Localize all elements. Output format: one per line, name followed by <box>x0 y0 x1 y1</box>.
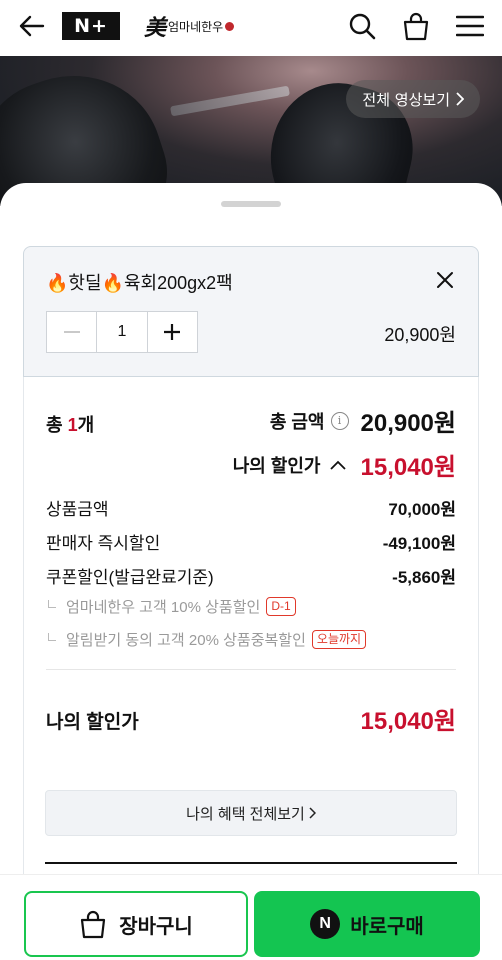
line-seller-discount: 판매자 즉시할인 -49,100원 <box>46 529 456 554</box>
naver-pay-icon: N <box>310 909 341 939</box>
summary-divider <box>46 669 456 670</box>
final-price-label: 나의 할인가 <box>46 712 139 733</box>
line-label: 상품금액 <box>46 500 109 519</box>
total-label: 총 금액 <box>269 411 325 432</box>
my-price-toggle[interactable]: 나의 할인가 15,040원 <box>233 447 456 482</box>
line-coupon-discount: 쿠폰할인(발급완료기준) -5,860원 <box>46 563 456 588</box>
coupon-label: 알림받기 동의 고객 20% 상품중복할인 <box>66 632 306 649</box>
knife-image <box>170 85 290 117</box>
plus-button[interactable] <box>148 312 197 352</box>
total-count-suffix: 개 <box>77 415 95 435</box>
my-price-amount: 15,040원 <box>360 454 457 481</box>
indent-corner-icon <box>48 632 56 641</box>
section-rule <box>45 862 457 864</box>
quantity-stepper: 1 <box>46 311 198 353</box>
store-name: 엄마네한우 <box>168 19 224 34</box>
store-logo[interactable]: 美 엄마네한우 <box>144 11 235 41</box>
line-value: -49,100원 <box>382 534 456 553</box>
chevron-up-icon <box>329 456 347 474</box>
sheet-drag-handle[interactable] <box>221 201 281 207</box>
info-icon[interactable]: i <box>330 411 349 430</box>
total-amount: 20,900원 <box>360 410 457 437</box>
my-price-label: 나의 할인가 <box>232 455 321 476</box>
final-price-amount: 15,040원 <box>360 708 457 735</box>
store-mark: 美 <box>144 15 167 41</box>
menu-icon[interactable] <box>452 8 488 44</box>
line-value: -5,860원 <box>392 568 456 587</box>
bag-icon[interactable] <box>398 8 434 44</box>
back-arrow-icon[interactable] <box>14 8 50 44</box>
coupon-item: 엄마네한우 고객 10% 상품할인 D-1 <box>48 596 296 617</box>
total-amount-row: 총 금액 i 20,900원 <box>270 403 456 438</box>
coupon-badge: D-1 <box>266 597 296 616</box>
line-value: 70,000원 <box>388 500 456 519</box>
buy-now-button[interactable]: N 바로구매 <box>254 891 480 957</box>
full-video-label: 전체 영상보기 <box>362 90 450 109</box>
line-label: 판매자 즉시할인 <box>46 534 161 553</box>
selected-option: 🔥핫딜🔥육회200gx2팩 1 20,900원 <box>23 246 479 377</box>
coupon-label: 엄마네한우 고객 10% 상품할인 <box>66 599 261 616</box>
cart-label: 장바구니 <box>119 915 193 938</box>
buy-label: 바로구매 <box>350 915 424 938</box>
line-product-amount: 상품금액 70,000원 <box>46 495 456 520</box>
option-price: 20,900원 <box>384 325 456 345</box>
coupon-item: 알림받기 동의 고객 20% 상품중복할인 오늘까지 <box>48 629 367 650</box>
line-label: 쿠폰할인(발급완료기준) <box>46 568 214 587</box>
chevron-right-icon <box>309 807 316 819</box>
naver-plus-text: N+ <box>74 15 108 37</box>
coupon-badge: 오늘까지 <box>311 630 367 649</box>
view-all-benefits-button[interactable]: 나의 혜택 전체보기 <box>45 790 457 836</box>
header-actions <box>344 8 488 44</box>
option-title: 🔥핫딜🔥육회200gx2팩 <box>46 273 233 293</box>
bag-icon <box>81 910 106 939</box>
purchase-sheet: 🔥핫딜🔥육회200gx2팩 1 20,900원 총 1개 총 금액 i 20,9… <box>0 183 502 960</box>
bottom-action-bar: 장바구니 N 바로구매 <box>0 874 502 960</box>
full-video-button[interactable]: 전체 영상보기 <box>346 80 480 118</box>
total-count-prefix: 총 <box>46 415 68 435</box>
top-header: N+ 美 엄마네한우 <box>0 0 502 52</box>
close-icon[interactable] <box>432 267 458 293</box>
total-count: 총 1개 <box>46 411 94 437</box>
quantity-value[interactable]: 1 <box>96 312 148 352</box>
search-icon[interactable] <box>344 8 380 44</box>
indent-corner-icon <box>48 599 56 608</box>
benefit-button-label: 나의 혜택 전체보기 <box>186 805 305 823</box>
total-count-number: 1 <box>67 415 78 435</box>
minus-button[interactable] <box>47 312 96 352</box>
store-seal-icon <box>225 21 235 31</box>
add-to-cart-button[interactable]: 장바구니 <box>24 891 248 957</box>
chevron-right-icon <box>456 92 464 106</box>
naver-plus-logo[interactable]: N+ <box>62 12 120 40</box>
